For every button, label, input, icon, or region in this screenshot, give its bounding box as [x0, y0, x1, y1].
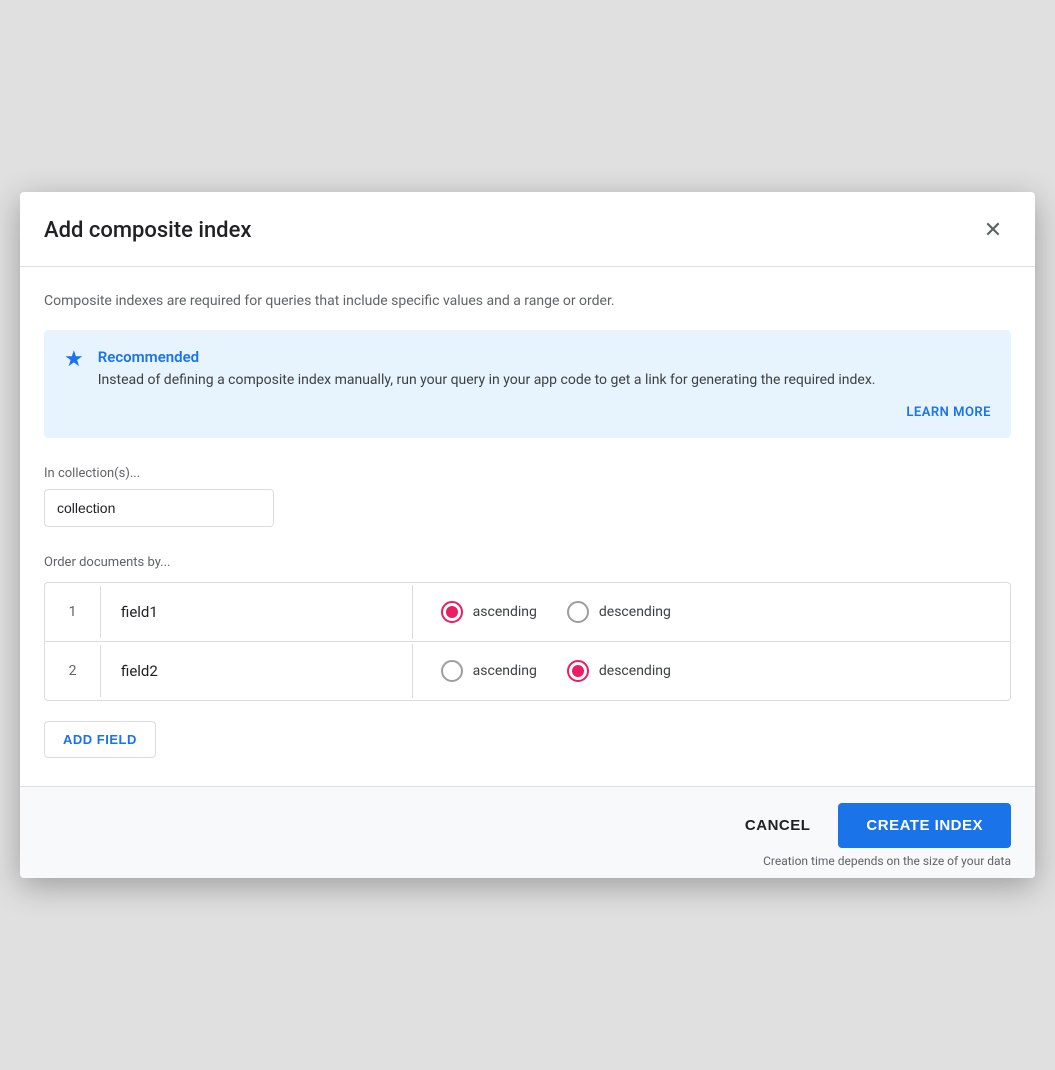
create-index-button[interactable]: CREATE INDEX — [838, 803, 1011, 848]
field-name-2: field2 — [101, 644, 413, 698]
ascending-label-1: ascending — [473, 604, 537, 620]
info-box-text: Instead of defining a composite index ma… — [98, 370, 991, 391]
collection-section: In collection(s)... — [44, 466, 1011, 555]
collection-label: In collection(s)... — [44, 466, 1011, 481]
dialog-title: Add composite index — [44, 218, 251, 243]
cancel-button[interactable]: CANCEL — [717, 803, 839, 848]
order-label: Order documents by... — [44, 555, 1011, 570]
field-name-1: field1 — [101, 585, 413, 639]
dialog-footer: CANCEL CREATE INDEX Creation time depend… — [20, 786, 1035, 878]
close-icon: ✕ — [984, 217, 1002, 243]
close-button[interactable]: ✕ — [975, 212, 1011, 248]
ascending-option-2[interactable]: ascending — [441, 660, 537, 682]
descending-label-2: descending — [599, 663, 671, 679]
field-number-2: 2 — [45, 645, 101, 697]
ascending-radio-1[interactable] — [441, 601, 463, 623]
learn-more-row: LEARN MORE — [64, 401, 991, 420]
field-number-1: 1 — [45, 586, 101, 638]
subtitle-text: Composite indexes are required for queri… — [44, 291, 1011, 312]
descending-option-1[interactable]: descending — [567, 601, 671, 623]
table-row: 1 field1 ascending descending — [45, 583, 1010, 642]
descending-radio-2[interactable] — [567, 660, 589, 682]
field-options-1: ascending descending — [413, 583, 1010, 641]
star-icon: ★ — [64, 349, 84, 371]
descending-radio-1[interactable] — [567, 601, 589, 623]
learn-more-link[interactable]: LEARN MORE — [906, 405, 991, 420]
info-box-top: ★ Recommended Instead of defining a comp… — [64, 348, 991, 391]
collection-input[interactable] — [44, 489, 274, 527]
recommended-label: Recommended — [98, 348, 991, 366]
descending-radio-inner-2 — [572, 665, 584, 677]
order-section: Order documents by... 1 field1 ascending — [44, 555, 1011, 766]
info-box-content: Recommended Instead of defining a compos… — [98, 348, 991, 391]
ascending-radio-inner-1 — [446, 606, 458, 618]
dialog-header: Add composite index ✕ — [20, 192, 1035, 267]
descending-option-2[interactable]: descending — [567, 660, 671, 682]
field-options-2: ascending descending — [413, 642, 1010, 700]
ascending-label-2: ascending — [473, 663, 537, 679]
footer-hint: Creation time depends on the size of you… — [763, 854, 1011, 868]
ascending-radio-2[interactable] — [441, 660, 463, 682]
info-box: ★ Recommended Instead of defining a comp… — [44, 330, 1011, 438]
add-field-button[interactable]: ADD FIELD — [44, 721, 156, 758]
add-composite-index-dialog: Add composite index ✕ Composite indexes … — [20, 192, 1035, 878]
table-row: 2 field2 ascending descending — [45, 642, 1010, 700]
ascending-option-1[interactable]: ascending — [441, 601, 537, 623]
dialog-body: Composite indexes are required for queri… — [20, 267, 1035, 786]
descending-label-1: descending — [599, 604, 671, 620]
fields-table: 1 field1 ascending descending — [44, 582, 1011, 701]
footer-buttons: CANCEL CREATE INDEX — [717, 803, 1011, 848]
